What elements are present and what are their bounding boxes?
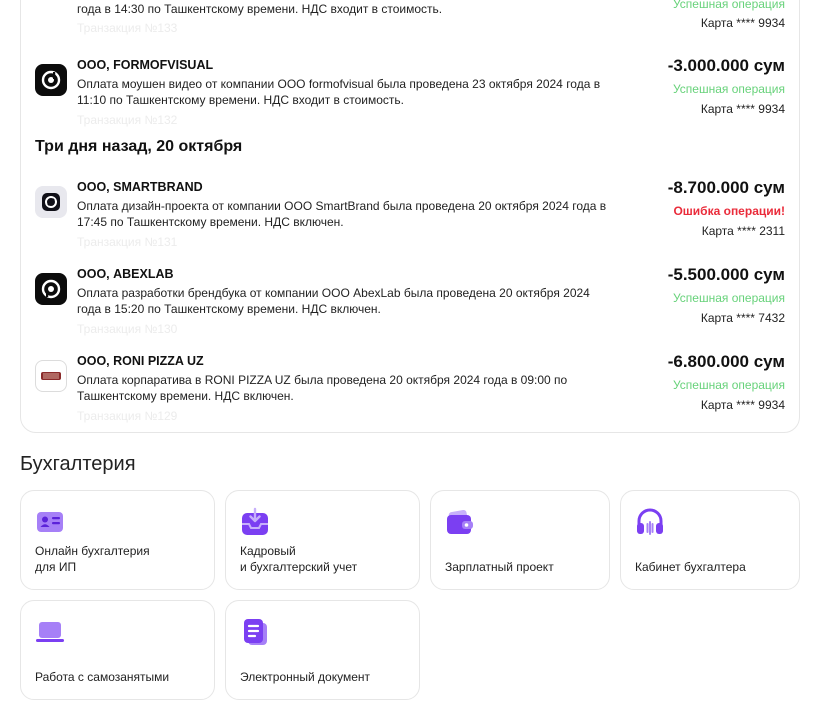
- transaction-amount: -5.500.000 сум: [667, 265, 785, 284]
- laptop-icon: [35, 617, 65, 647]
- transaction-amount: -3.000.000 сум: [667, 56, 785, 75]
- document-icon: [240, 617, 270, 647]
- transaction-number: Транзакция №131: [77, 235, 178, 249]
- transaction-status: Ошибка операции!: [673, 204, 785, 218]
- transaction-company: ООО, SMARTBRAND: [77, 180, 203, 194]
- transaction-status: Успешная операция: [672, 378, 785, 392]
- transaction-number: Транзакция №132: [77, 113, 178, 127]
- tile-label: Онлайн бухгалтерия для ИП: [35, 544, 150, 574]
- transaction-card: Карта **** 2311: [701, 224, 785, 238]
- transaction-number: Транзакция №129: [77, 409, 178, 423]
- transaction-description: Оплата корпаратива в RONI PIZZA UZ была …: [77, 373, 568, 403]
- transactions-card: года в 14:30 по Ташкентскому времени. НД…: [20, 0, 800, 433]
- transaction-description: Оплата разработки брендбука от компании …: [77, 286, 590, 316]
- transaction-status: Успешная операция: [672, 0, 785, 11]
- tile-salary-project[interactable]: Зарплатный проект: [430, 490, 610, 590]
- wallet-icon: [445, 507, 475, 537]
- transaction-card: Карта **** 9934: [700, 102, 785, 116]
- transaction-amount: -8.700.000 сум: [667, 178, 785, 197]
- tile-label: Электронный документ: [240, 670, 371, 684]
- tile-self-employed[interactable]: Работа с самозанятыми: [20, 600, 215, 700]
- tile-label: Кабинет бухгалтера: [635, 560, 746, 574]
- transaction-company: ООО, FORMOFVISUAL: [77, 58, 214, 72]
- tile-hr-accounting[interactable]: Кадровый и бухгалтерский учет: [225, 490, 420, 590]
- roni-pizza-logo-icon: [35, 360, 67, 392]
- tile-accountant-cabinet[interactable]: Кабинет бухгалтера: [620, 490, 800, 590]
- tile-label: Кадровый и бухгалтерский учет: [240, 544, 358, 574]
- date-heading: Три дня назад, 20 октября: [35, 138, 243, 155]
- tile-online-accounting[interactable]: Онлайн бухгалтерия для ИП: [20, 490, 215, 590]
- tray-download-icon: [240, 507, 270, 537]
- transaction-amount: -6.800.000 сум: [667, 352, 785, 371]
- transaction-item[interactable]: ООО, ABEXLAB Оплата разработки брендбука…: [21, 265, 799, 345]
- transaction-number: Транзакция №130: [77, 322, 178, 336]
- smartbrand-logo-icon: [35, 186, 67, 218]
- tile-electronic-document[interactable]: Электронный документ: [225, 600, 420, 700]
- tile-label: Зарплатный проект: [445, 560, 554, 574]
- transaction-item[interactable]: ООО, SMARTBRAND Оплата дизайн-проекта от…: [21, 178, 799, 258]
- transaction-card: Карта **** 9934: [700, 16, 785, 30]
- id-card-icon: [35, 507, 65, 537]
- transaction-item[interactable]: ООО, RONI PIZZA UZ Оплата корпаратива в …: [21, 352, 799, 432]
- transaction-number: Транзакция №133: [77, 21, 178, 35]
- transaction-item[interactable]: ООО, FORMOFVISUAL Оплата моушен видео от…: [21, 56, 799, 136]
- abexlab-logo-icon: [35, 273, 67, 305]
- headset-icon: [635, 507, 665, 537]
- transaction-description: года в 14:30 по Ташкентскому времени. НД…: [77, 2, 443, 16]
- transaction-status: Успешная операция: [672, 82, 785, 96]
- transaction-description: Оплата моушен видео от компании ООО form…: [77, 77, 601, 107]
- transaction-card: Карта **** 9934: [700, 398, 785, 412]
- formofvisual-logo-icon: [35, 64, 67, 96]
- transaction-status: Успешная операция: [672, 291, 785, 305]
- tile-label: Работа с самозанятыми: [35, 670, 170, 684]
- accounting-section-title: Бухгалтерия: [20, 453, 136, 475]
- transaction-company: ООО, RONI PIZZA UZ: [77, 354, 204, 368]
- transaction-description: Оплата дизайн-проекта от компании ООО Sm…: [77, 199, 607, 229]
- transaction-company: ООО, ABEXLAB: [77, 267, 174, 281]
- transaction-card: Карта **** 7432: [700, 311, 785, 325]
